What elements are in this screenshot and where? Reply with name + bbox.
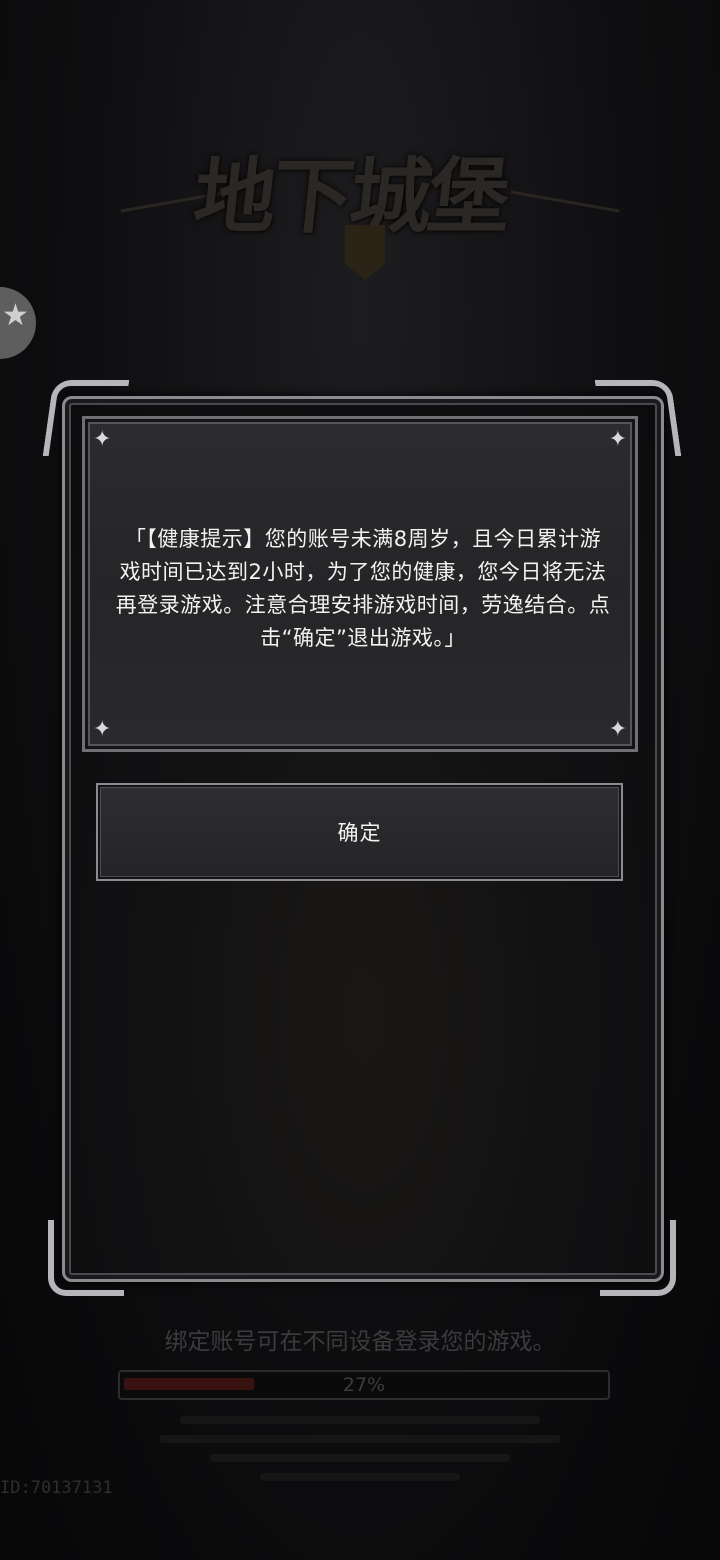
confirm-button-label: 确定 (337, 821, 382, 845)
health-notice-panel: ✦ ✦ ✦ ✦ 「【健康提示】您的账号未满8周岁，且今日累计游戏时间已达到2小时… (82, 416, 638, 752)
logo-wing-right (510, 190, 620, 213)
legal-line (160, 1435, 560, 1443)
sparkle-icon: ✦ (93, 427, 112, 452)
legal-line (210, 1454, 510, 1462)
floating-assistant-button[interactable]: ★ (0, 287, 36, 359)
legal-line (260, 1473, 460, 1481)
castle-emblem-icon (345, 225, 385, 280)
frame-ornament-icon (600, 1220, 676, 1296)
loading-tip: 绑定账号可在不同设备登录您的游戏。 (164, 1329, 556, 1355)
confirm-button[interactable]: 确定 (96, 783, 623, 881)
sparkle-icon: ✦ (93, 717, 112, 742)
legal-notice (160, 1405, 560, 1481)
sparkle-icon: ✦ (608, 427, 627, 452)
progress-label: 27% (342, 1374, 386, 1396)
user-id-label: ID:70137131 (0, 1478, 113, 1498)
game-screen: 地下城堡 ★ 绑定账号可在不同设备登录您的游戏。 27% ID:70137131… (0, 0, 720, 1560)
game-logo: 地下城堡 (120, 110, 620, 310)
health-notice-message: 「【健康提示】您的账号未满8周岁，且今日累计游戏时间已达到2小时，为了您的健康，… (115, 527, 611, 650)
legal-line (180, 1416, 540, 1424)
loading-progress-bar: 27% (118, 1370, 610, 1400)
assistant-star-icon: ★ (2, 298, 29, 333)
frame-ornament-icon (48, 1220, 124, 1296)
sparkle-icon: ✦ (608, 717, 627, 742)
